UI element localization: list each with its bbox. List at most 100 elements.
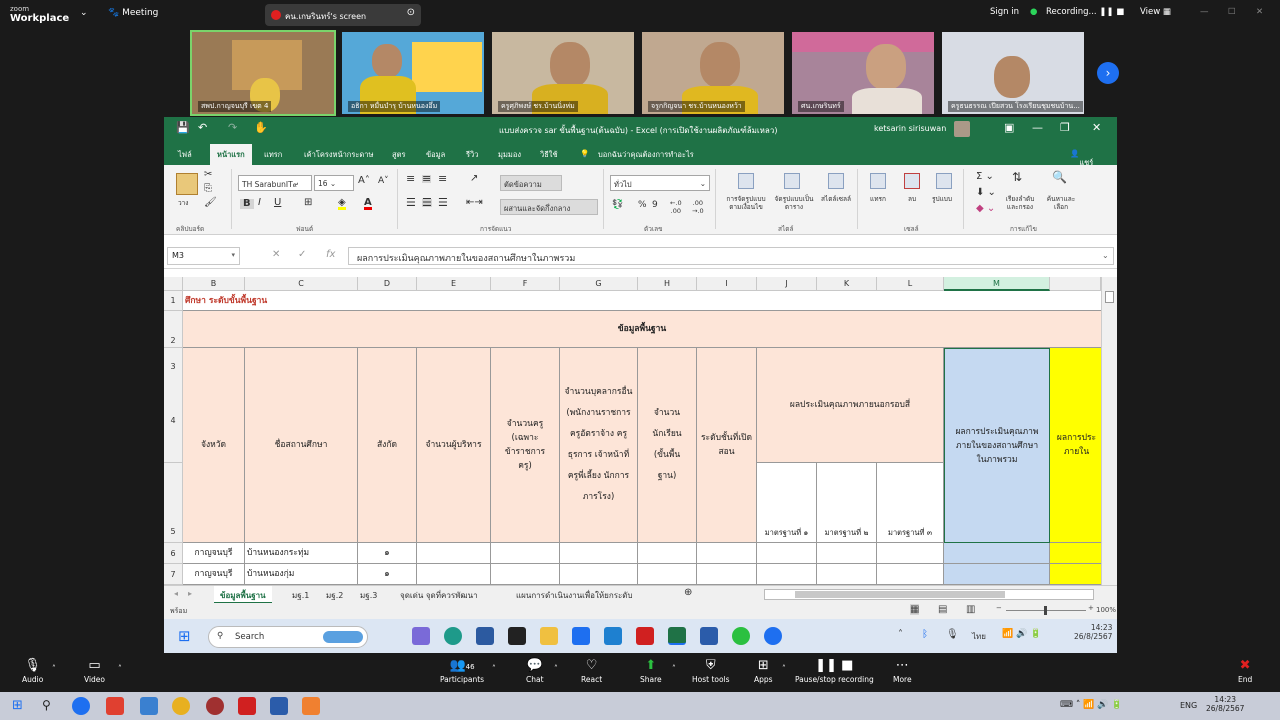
line-icon[interactable] [732, 627, 750, 645]
close-icon[interactable]: ✕ [1256, 7, 1263, 17]
align-left-icon[interactable]: ☰ [406, 197, 416, 208]
chevron-up-icon[interactable]: ˄ [118, 664, 122, 673]
cell[interactable] [1050, 564, 1101, 585]
cell[interactable] [417, 564, 491, 585]
column-header[interactable]: M [944, 277, 1050, 291]
sort-filter-icon[interactable]: ⇅ [1012, 171, 1022, 183]
participants-button[interactable]: 👥46 Participants [440, 658, 484, 684]
sheet-tab[interactable]: จุดเด่น จุดที่ควรพัฒนา [400, 589, 478, 602]
horizontal-scrollbar[interactable] [764, 589, 1094, 600]
header-internal-assessment-2[interactable]: ผลการประ ภายใน [1050, 348, 1101, 543]
tab-data[interactable]: ข้อมูล [426, 149, 445, 161]
row-header[interactable]: 2 [164, 311, 183, 348]
sheet-tab[interactable]: มฐ.1 [292, 589, 309, 602]
scroll-thumb[interactable] [1105, 291, 1114, 303]
align-right-icon[interactable]: ☰ [438, 197, 448, 208]
tab-insert[interactable]: แทรก [264, 149, 282, 161]
app-icon[interactable] [206, 697, 224, 715]
cell[interactable] [944, 543, 1050, 564]
percent-icon[interactable]: % [638, 201, 647, 210]
bold-button[interactable]: B [240, 199, 254, 209]
header-administrators[interactable]: จำนวนผู้บริหาร [417, 348, 491, 543]
cell[interactable] [638, 543, 697, 564]
windows-start-icon[interactable]: ⊞ [178, 627, 191, 645]
sheet-tab[interactable]: มฐ.3 [360, 589, 377, 602]
mail-icon[interactable] [604, 627, 622, 645]
insert-cells-icon[interactable] [870, 173, 886, 189]
comma-icon[interactable]: 9 [652, 201, 658, 210]
restore-icon[interactable]: ❐ [1060, 121, 1070, 134]
tab-home[interactable]: หน้าแรก [210, 144, 252, 165]
header-other-staff[interactable]: จำนวนบุคลากรอื่น (พนักงานราชการ ครูอัตรา… [560, 348, 638, 543]
zoom-slider[interactable] [1006, 606, 1086, 615]
redo-icon[interactable]: ↷ [228, 121, 237, 134]
word-icon[interactable] [270, 697, 288, 715]
orientation-icon[interactable]: ↗ [470, 174, 478, 184]
cut-icon[interactable]: ✂ [204, 170, 212, 180]
participant-tile[interactable]: ครูศุภิพงษ์ ชร.บ้านนิ่งห่ม [490, 30, 636, 116]
currency-icon[interactable]: 💱 [612, 201, 623, 210]
maximize-icon[interactable]: ☐ [1228, 7, 1236, 17]
word-icon[interactable] [700, 627, 718, 645]
row-header[interactable]: 1 [164, 291, 183, 311]
zoom-app-icon[interactable] [764, 627, 782, 645]
chrome-icon[interactable] [172, 697, 190, 715]
italic-button[interactable]: I [258, 198, 261, 208]
tab-formulas[interactable]: สูตร [392, 149, 405, 161]
column-header[interactable]: B [183, 277, 245, 291]
fill-color-icon[interactable]: ◈ [338, 198, 346, 210]
page-break-view-icon[interactable]: ▥ [966, 604, 975, 615]
acrobat-icon[interactable] [636, 627, 654, 645]
acrobat-icon[interactable] [238, 697, 256, 715]
zoom-app-icon[interactable] [72, 697, 90, 715]
avatar[interactable] [954, 121, 970, 137]
chevron-up-icon[interactable]: ˄ [554, 664, 558, 673]
excel-icon[interactable] [668, 627, 686, 645]
cell[interactable] [1050, 543, 1101, 564]
format-as-table-icon[interactable] [784, 173, 800, 189]
sheet-tab[interactable]: ข้อมูลพื้นฐาน [214, 586, 272, 604]
vertical-scrollbar[interactable] [1101, 277, 1117, 587]
participant-tile[interactable]: จรูกกิญจนา ชร.บ้านหนองหว้า [640, 30, 786, 116]
conditional-format-icon[interactable] [738, 173, 754, 189]
cell[interactable] [697, 564, 757, 585]
header-standard-1[interactable]: มาตรฐานที่ ๑ [757, 463, 817, 543]
cell[interactable] [877, 543, 944, 564]
shrink-font-icon[interactable]: A˅ [378, 177, 389, 186]
cell[interactable] [817, 543, 877, 564]
tab-help[interactable]: วิธีใช้ [540, 149, 558, 161]
insert-function-icon[interactable]: fx [326, 249, 335, 260]
search-icon[interactable]: ⚲ [42, 698, 51, 712]
folder-icon[interactable] [540, 627, 558, 645]
merge-center-button[interactable]: ผสานและจัดกึ่งกลาง [500, 199, 598, 215]
cell-school-name[interactable]: บ้านหนองกระทุ่ม [245, 543, 358, 564]
view-button[interactable]: View ▦ [1140, 7, 1171, 17]
dropbox-icon[interactable] [572, 627, 590, 645]
header-students[interactable]: จำนวนนักเรียน (ขั้นพื้นฐาน) [638, 348, 697, 543]
chevron-up-icon[interactable]: ˄ [782, 664, 786, 673]
scroll-thumb[interactable] [795, 591, 1005, 598]
add-sheet-icon[interactable]: ⊕ [684, 587, 692, 598]
align-top-icon[interactable]: ≡ [406, 173, 415, 184]
underline-button[interactable]: U [274, 198, 281, 208]
sheet-tab[interactable]: แผนการดำเนินงานเพื่อให้ยกระดับ [516, 589, 633, 602]
next-sheet-icon[interactable]: ▸ [188, 589, 192, 598]
row-header[interactable]: 5 [164, 463, 183, 543]
column-header[interactable]: D [358, 277, 417, 291]
column-header[interactable]: L [877, 277, 944, 291]
header-school-name[interactable]: ชื่อสถานศึกษา [245, 348, 358, 543]
align-middle-icon[interactable]: ≡ [422, 173, 432, 184]
align-center-icon[interactable]: ☰ [422, 197, 432, 208]
wifi-icon[interactable]: 📶 🔊 🔋 [1002, 629, 1041, 639]
column-header[interactable]: E [417, 277, 491, 291]
align-bottom-icon[interactable]: ≡ [438, 173, 447, 184]
font-name-select[interactable]: TH SarabunIT๙ [238, 175, 312, 191]
cell[interactable] [944, 564, 1050, 585]
ribbon-options-icon[interactable]: ▣ [1004, 121, 1014, 134]
cell-styles-icon[interactable] [828, 173, 844, 189]
participant-tile[interactable]: อธิกา หมื่นบำรุ บ้านหนองอึ่ม [340, 30, 486, 116]
pause-stop-recording-button[interactable]: ❚❚ ■ Pause/stop recording [795, 658, 874, 684]
end-button[interactable]: ✖ End [1238, 658, 1252, 684]
column-header[interactable]: C [245, 277, 358, 291]
column-header[interactable]: K [817, 277, 877, 291]
